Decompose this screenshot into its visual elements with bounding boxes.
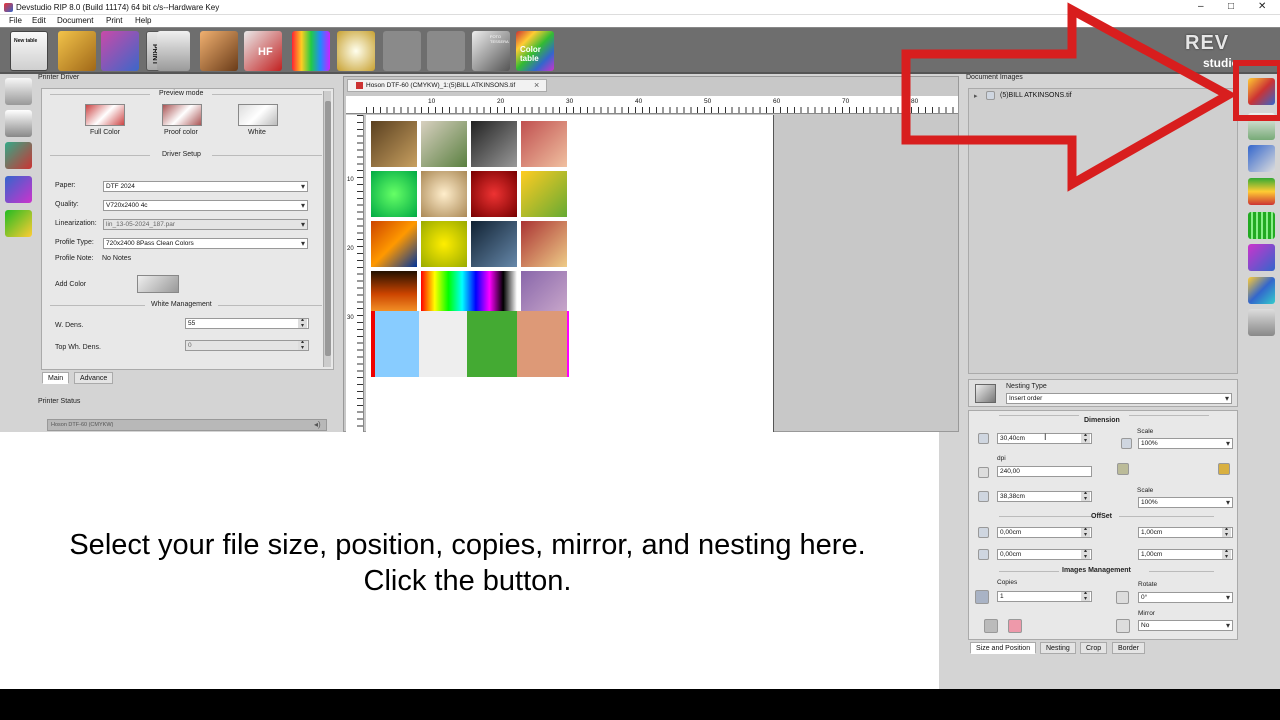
- red-arrow-annotation: [901, 2, 1280, 192]
- app-window: Devstudio RIP 8.0 (Build 11174) 64 bit c…: [0, 0, 1280, 720]
